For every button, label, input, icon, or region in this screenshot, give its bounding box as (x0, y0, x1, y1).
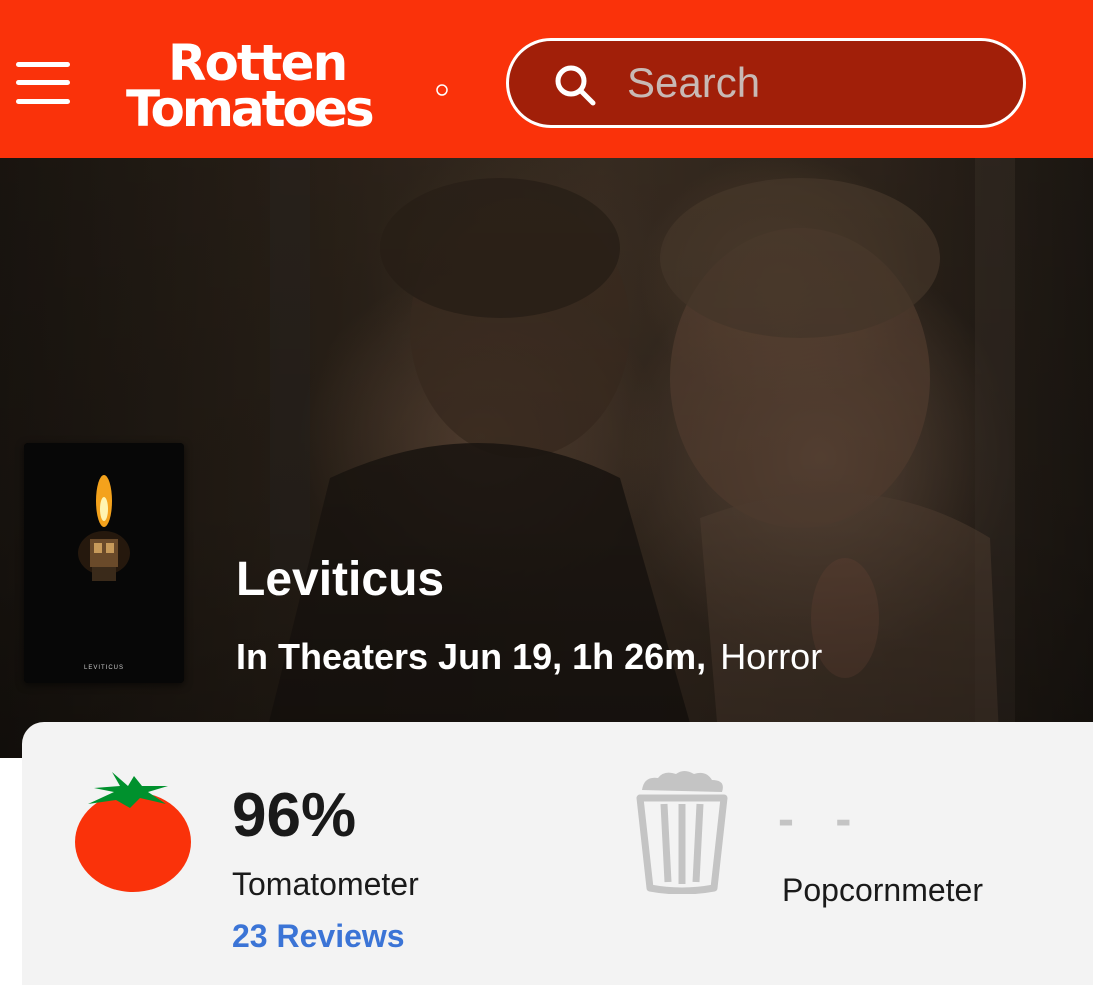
logo-graphic: Rotten Tomatoes (126, 34, 448, 138)
genre: Horror (720, 636, 823, 677)
menu-bar (16, 62, 70, 67)
poster-title: LEVITICUS (83, 665, 124, 671)
tomatometer-score: 96% (232, 781, 357, 850)
release-info: In Theaters Jun 19, 1h 26m, (236, 636, 707, 677)
site-header: Rotten Tomatoes (0, 0, 1093, 158)
movie-title: Leviticus (236, 553, 445, 606)
menu-bar (16, 99, 70, 104)
movie-info-line: In Theaters Jun 19, 1h 26m, Horror (236, 636, 822, 678)
menu-icon[interactable] (16, 62, 70, 106)
svg-text:Tomatoes: Tomatoes (126, 80, 373, 132)
tomatometer-label: Tomatometer (232, 866, 419, 902)
menu-bar (16, 80, 70, 85)
poster-image (24, 443, 184, 683)
movie-poster[interactable]: LEVITICUS (24, 443, 184, 683)
scores-card: 96% Tomatometer 23 Reviews - - Popcornme… (22, 722, 1093, 985)
reviews-count-link[interactable]: 23 Reviews (232, 918, 405, 955)
search-bar[interactable] (506, 38, 1026, 128)
popcornmeter-label: Popcornmeter (782, 872, 983, 908)
search-input[interactable] (627, 57, 1007, 109)
popcornmeter-score: - - (778, 793, 866, 846)
search-icon[interactable] (553, 63, 597, 107)
fresh-tomato-icon (75, 772, 191, 892)
empty-popcorn-bucket-icon (636, 771, 728, 894)
rotten-tomatoes-logo[interactable]: Rotten Tomatoes (124, 32, 454, 138)
